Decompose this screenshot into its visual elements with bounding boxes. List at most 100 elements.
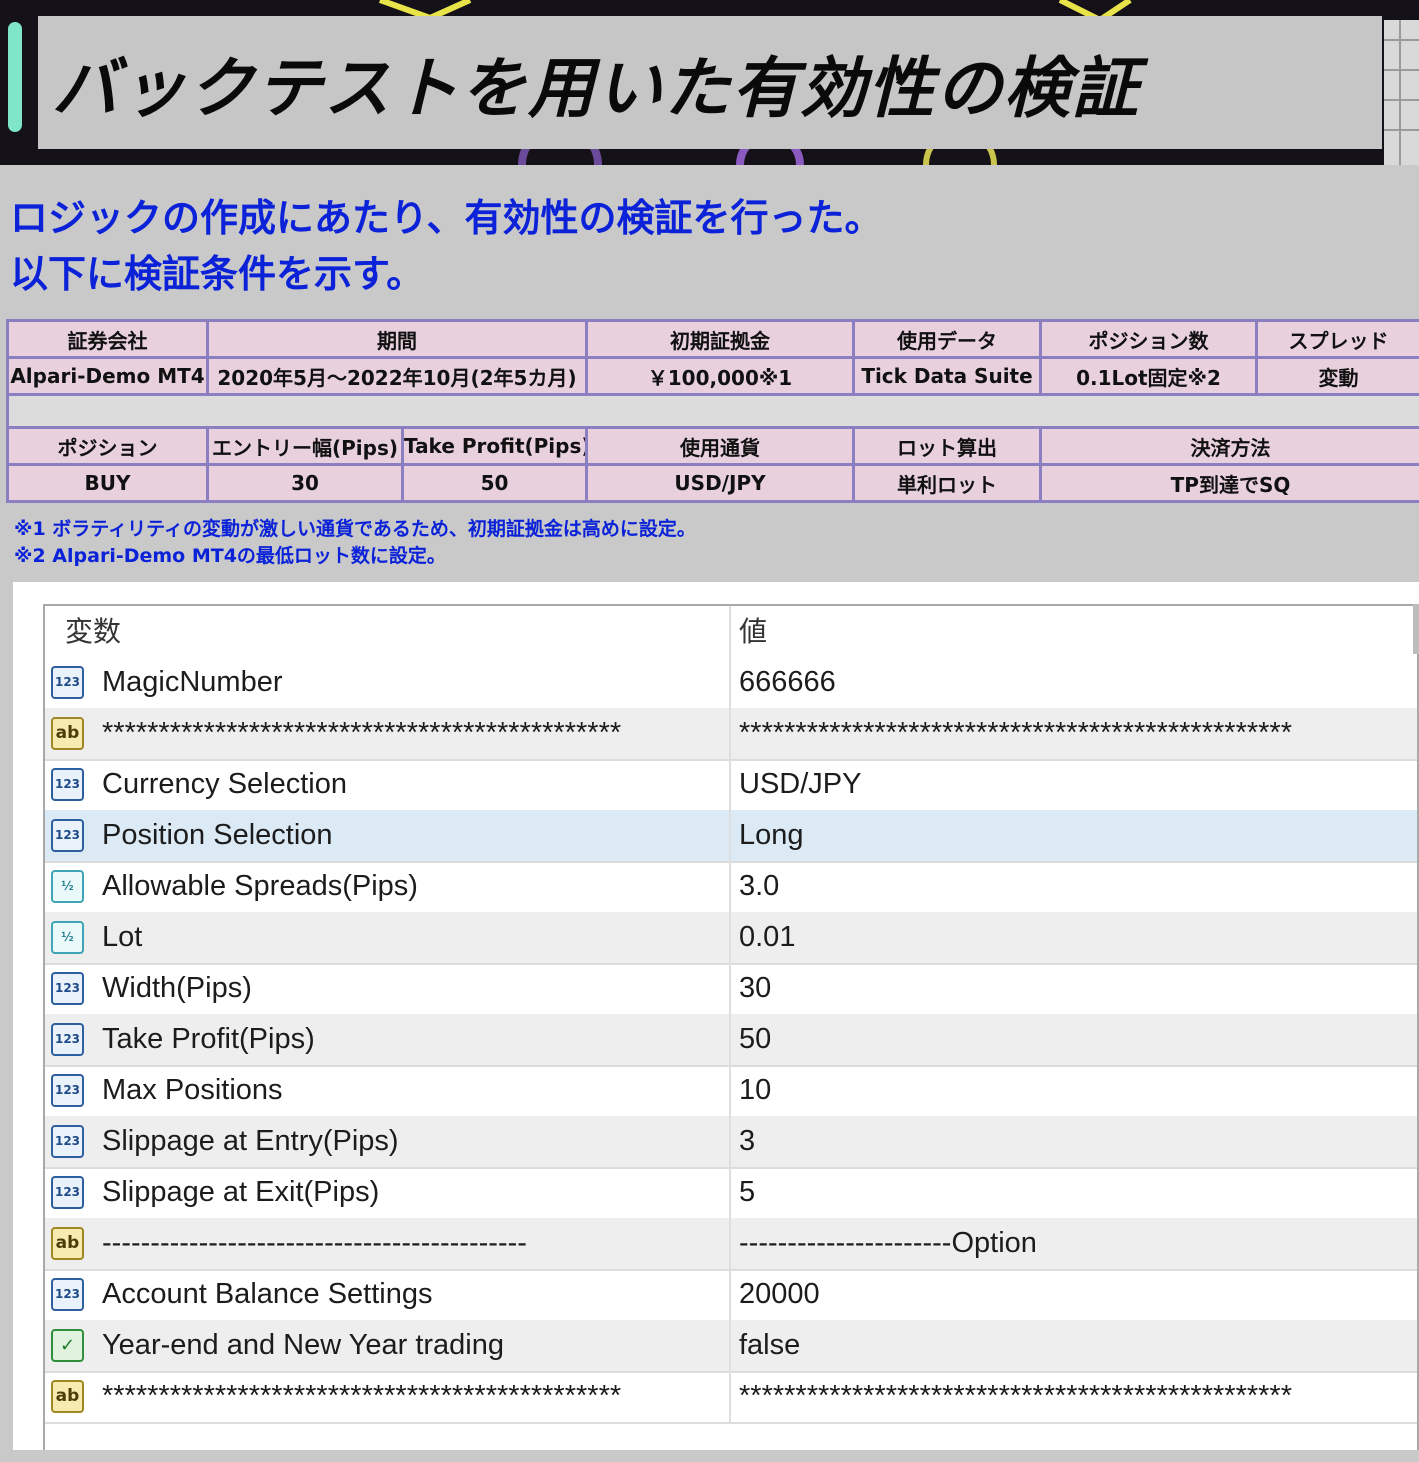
parameter-value-cell[interactable]: false <box>731 1320 1417 1371</box>
table-cell: Take Profit(Pips) <box>401 426 588 466</box>
parameter-name-cell[interactable]: 123 Take Profit(Pips) <box>45 1014 731 1065</box>
column-header-variable-label: 変数 <box>65 616 122 647</box>
table-row[interactable]: 123 MagicNumber 666666 <box>45 657 1417 710</box>
parameter-name-cell[interactable]: 123 Currency Selection <box>45 759 731 810</box>
table-row[interactable]: ½ Lot 0.01 <box>45 912 1417 965</box>
integer-type-icon: 123 <box>51 666 84 699</box>
parameter-name-cell[interactable]: ab --------------------------------------… <box>45 1218 731 1269</box>
footnotes: ※1 ボラティリティの変動が激しい通貨であるため、初期証拠金は高めに設定。 ※2… <box>14 516 696 570</box>
parameter-value: ****************************************… <box>739 717 1292 749</box>
parameter-name-cell[interactable]: ½ Lot <box>45 912 731 963</box>
string-type-icon: ab <box>51 1380 84 1413</box>
table-cell: Tick Data Suite <box>852 356 1042 396</box>
table-row[interactable]: ✓ Year-end and New Year trading false <box>45 1320 1417 1373</box>
scrollbar[interactable] <box>1413 604 1419 654</box>
parameter-value-cell[interactable]: ****************************************… <box>731 1371 1417 1422</box>
parameter-value-cell[interactable]: ****************************************… <box>731 708 1417 759</box>
parameter-name: ****************************************… <box>102 717 622 749</box>
column-header-variable[interactable]: 変数 <box>45 606 731 657</box>
parameter-value-cell[interactable]: 5 <box>731 1167 1417 1218</box>
parameter-value: 3.0 <box>739 870 780 902</box>
parameter-name: Slippage at Exit(Pips) <box>102 1176 380 1208</box>
intro-line-1: ロジックの作成にあたり、有効性の検証を行った。 <box>10 196 883 240</box>
parameter-name: ****************************************… <box>102 1380 622 1412</box>
table-cell: BUY <box>6 463 209 503</box>
table-cell: ロット算出 <box>852 426 1042 466</box>
table-cell: 証券会社 <box>6 319 209 359</box>
table-cell: Alpari-Demo MT4 <box>6 356 209 396</box>
table-row[interactable]: ab **************************************… <box>45 1371 1417 1424</box>
page-title: バックテストを用いた有効性の検証 <box>52 49 1140 127</box>
parameter-name-cell[interactable]: 123 Slippage at Entry(Pips) <box>45 1116 731 1167</box>
parameter-name: Max Positions <box>102 1074 283 1106</box>
double-type-icon: ½ <box>51 921 84 954</box>
parameter-name-cell[interactable]: 123 Slippage at Exit(Pips) <box>45 1167 731 1218</box>
header-banner: バックテストを用いた有効性の検証 <box>0 0 1419 165</box>
parameter-name: Allowable Spreads(Pips) <box>102 870 418 902</box>
parameter-name-cell[interactable]: 123 Max Positions <box>45 1065 731 1116</box>
parameter-value-cell[interactable]: Long <box>731 810 1417 861</box>
parameter-value: USD/JPY <box>739 768 862 800</box>
parameter-value-cell[interactable]: 50 <box>731 1014 1417 1065</box>
table-row[interactable]: 123 Width(Pips) 30 <box>45 963 1417 1016</box>
conditions-table: 証券会社 期間 初期証拠金 使用データ ポジション数 スプレッド Alpari-… <box>6 319 1419 503</box>
integer-type-icon: 123 <box>51 1023 84 1056</box>
table-row[interactable]: 123 Take Profit(Pips) 50 <box>45 1014 1417 1067</box>
table-row[interactable]: 123 Account Balance Settings 20000 <box>45 1269 1417 1322</box>
parameter-value: 30 <box>739 972 772 1004</box>
table-cell: エントリー幅(Pips) <box>206 426 404 466</box>
table-row[interactable]: 123 Position Selection Long <box>45 810 1417 863</box>
table-row[interactable]: ab --------------------------------------… <box>45 1218 1417 1271</box>
parameter-value: 20000 <box>739 1278 820 1310</box>
parameter-value: 10 <box>739 1074 772 1106</box>
parameter-value-cell[interactable]: 30 <box>731 963 1417 1014</box>
parameter-name-cell[interactable]: 123 Width(Pips) <box>45 963 731 1014</box>
parameter-value-cell[interactable]: 3.0 <box>731 861 1417 912</box>
parameter-value-cell[interactable]: ----------------------Option <box>731 1218 1417 1269</box>
parameter-name: Slippage at Entry(Pips) <box>102 1125 399 1157</box>
parameter-name-cell[interactable]: ✓ Year-end and New Year trading <box>45 1320 731 1371</box>
table-cell: TP到達でSQ <box>1039 463 1419 503</box>
parameter-name-cell[interactable]: 123 Account Balance Settings <box>45 1269 731 1320</box>
table-row[interactable]: 123 Slippage at Entry(Pips) 3 <box>45 1116 1417 1169</box>
integer-type-icon: 123 <box>51 768 84 801</box>
parameter-name: Position Selection <box>102 819 333 851</box>
parameter-name-cell[interactable]: ½ Allowable Spreads(Pips) <box>45 861 731 912</box>
boolean-type-icon: ✓ <box>51 1329 84 1362</box>
parameter-value-cell[interactable]: 20000 <box>731 1269 1417 1320</box>
parameter-name: ----------------------------------------… <box>102 1227 527 1259</box>
column-header-value[interactable]: 値 <box>731 606 1417 657</box>
footnote-2: ※2 Alpari-Demo MT4の最低ロット数に設定。 <box>14 545 446 567</box>
parameter-name-cell[interactable]: 123 MagicNumber <box>45 657 731 708</box>
parameter-name: Lot <box>102 921 143 953</box>
parameter-value-cell[interactable]: 10 <box>731 1065 1417 1116</box>
table-cell: ポジション <box>6 426 209 466</box>
parameter-value-cell[interactable]: 666666 <box>731 657 1417 708</box>
table-cell: USD/JPY <box>585 463 855 503</box>
table-row[interactable]: 123 Slippage at Exit(Pips) 5 <box>45 1167 1417 1220</box>
parameter-name: Year-end and New Year trading <box>102 1329 505 1361</box>
parameter-value-cell[interactable]: 0.01 <box>731 912 1417 963</box>
parameters-grid: 変数 値 123 MagicNumber 666666 ab *************… <box>43 604 1419 1450</box>
table-cell <box>6 393 1419 429</box>
table-row[interactable]: 123 Currency Selection USD/JPY <box>45 759 1417 812</box>
parameter-value: ----------------------Option <box>739 1227 1037 1259</box>
intro-line-2: 以下に検証条件を示す。 <box>10 252 425 296</box>
table-row[interactable]: ½ Allowable Spreads(Pips) 3.0 <box>45 861 1417 914</box>
parameter-value: 5 <box>739 1176 756 1208</box>
table-cell: 2020年5月～2022年10月(2年5カ月) <box>206 356 588 396</box>
parameter-value-cell[interactable]: USD/JPY <box>731 759 1417 810</box>
title-box: バックテストを用いた有効性の検証 <box>38 16 1382 149</box>
parameter-name-cell[interactable]: ab **************************************… <box>45 708 731 759</box>
parameter-name-cell[interactable]: 123 Position Selection <box>45 810 731 861</box>
parameter-name: Width(Pips) <box>102 972 252 1004</box>
table-row[interactable]: ab **************************************… <box>45 708 1417 761</box>
intro-text: ロジックの作成にあたり、有効性の検証を行った。 以下に検証条件を示す。 <box>10 190 1410 302</box>
table-row[interactable]: 123 Max Positions 10 <box>45 1065 1417 1118</box>
parameter-value-cell[interactable]: 3 <box>731 1116 1417 1167</box>
parameter-name: Take Profit(Pips) <box>102 1023 315 1055</box>
parameter-value: false <box>739 1329 801 1361</box>
table-cell: 初期証拠金 <box>585 319 855 359</box>
parameter-name-cell[interactable]: ab **************************************… <box>45 1371 731 1422</box>
table-cell: 使用通貨 <box>585 426 855 466</box>
